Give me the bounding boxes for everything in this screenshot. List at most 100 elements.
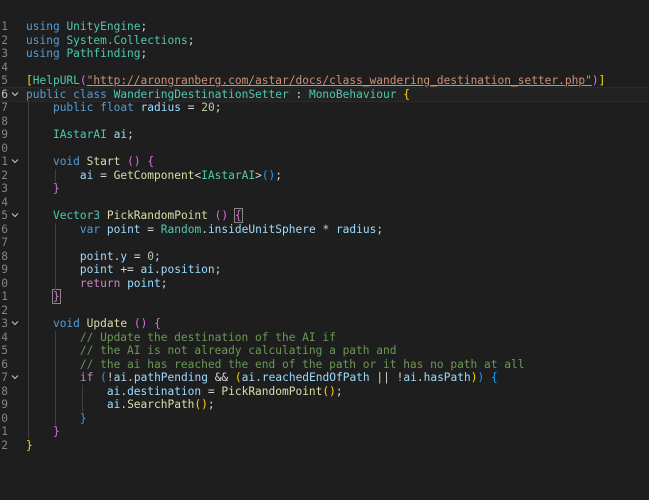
code-token: ! (106, 371, 114, 384)
code-text: void Update () { (26, 317, 161, 331)
code-line[interactable]: 9 point += ai.position; (0, 263, 649, 277)
code-token: PickRandomPoint (106, 209, 208, 222)
code-token: radius (335, 222, 377, 236)
code-token: [ (26, 74, 33, 87)
line-number: 5 (1, 74, 8, 87)
code-token: ai (106, 398, 121, 411)
code-token: "http://arongranberg.com/astar/docs/clas… (86, 74, 592, 87)
code-token: ( (79, 74, 87, 87)
code-token: ( (100, 371, 107, 384)
code-token: } (52, 182, 60, 195)
code-token: UnityEngine (66, 20, 141, 33)
code-line[interactable]: 0 (0, 142, 649, 156)
code-token: System.Collections (66, 33, 188, 47)
code-token: point (79, 263, 114, 276)
code-token: } (52, 425, 60, 438)
code-token: () (322, 384, 336, 398)
code-line[interactable]: 1 } (0, 425, 649, 439)
code-line[interactable]: 4 (0, 61, 649, 75)
line-number: 6 (1, 357, 8, 371)
code-token: // Update the destination of the AI if (79, 330, 336, 344)
code-line[interactable]: 1 void Start () { (0, 155, 649, 169)
code-token: || ! (369, 371, 404, 384)
code-line[interactable]: 5 Vector3 PickRandomPoint () { (0, 208, 649, 223)
line-number: 3 (1, 47, 8, 60)
line-number: 0 (1, 411, 8, 425)
code-line[interactable]: 7 if (!ai.pathPending && (ai.reachedEndO… (0, 371, 649, 385)
code-line[interactable]: 7 public float radius = 20; (0, 101, 649, 115)
line-number: 2 (1, 303, 8, 317)
code-line[interactable]: 4 (0, 196, 649, 210)
line-number: 1 (1, 20, 8, 33)
code-text: ai = GetComponent<IAstarAI>(); (26, 169, 282, 183)
code-token: ) (470, 371, 478, 384)
code-line[interactable]: 5 // the AI is not already calculating a… (0, 344, 649, 358)
code-line[interactable]: 6 // the ai has reached the end of the p… (0, 358, 649, 372)
code-line[interactable]: 8 ai.destination = PickRandomPoint(); (0, 385, 649, 399)
code-line[interactable]: 9 IAstarAI ai; (0, 128, 649, 142)
code-text: public class WanderingDestinationSetter … (26, 88, 410, 102)
code-token: ; (140, 20, 148, 33)
code-line[interactable]: 3 } (0, 182, 649, 196)
line-number: 7 (1, 236, 8, 249)
line-number: 2 (1, 438, 8, 452)
code-token: hasPath (423, 371, 471, 384)
code-token: . (416, 371, 424, 384)
code-line[interactable]: 2 using System.Collections; (0, 34, 649, 48)
code-line[interactable]: 8 (0, 115, 649, 129)
code-token: IAstarAI (201, 168, 256, 182)
code-line[interactable]: 8 point.y = 0; (0, 250, 649, 264)
code-line[interactable]: 2} (0, 439, 649, 453)
code-token: > (255, 168, 262, 182)
code-text: return point; (26, 277, 168, 291)
line-number: 1 (1, 425, 8, 438)
code-line[interactable]: 3 using Pathfinding; (0, 47, 649, 61)
code-text: } (26, 289, 61, 304)
code-line[interactable]: 2 (0, 304, 649, 318)
code-token: HelpURL (32, 74, 80, 87)
code-line[interactable]: 1 } (0, 289, 649, 304)
code-token: : (288, 87, 309, 101)
code-token: point (127, 276, 161, 290)
code-line[interactable]: 3 void Update () { (0, 317, 649, 331)
code-line[interactable]: 7 (0, 236, 649, 250)
code-token: ; (160, 276, 168, 290)
code-token: () (214, 209, 229, 222)
code-token: ; (127, 128, 134, 141)
code-token: ; (214, 263, 222, 276)
code-line[interactable]: 9 ai.SearchPath(); (0, 398, 649, 412)
code-text: public float radius = 20; (26, 101, 221, 115)
code-token: } (79, 411, 87, 425)
code-token: . (255, 371, 262, 384)
code-line[interactable]: 0 } (0, 412, 649, 426)
line-number: 5 (1, 209, 8, 222)
code-line[interactable]: 6 public class WanderingDestinationSetter… (0, 86, 649, 102)
code-token: SearchPath (127, 398, 195, 411)
code-token: = (180, 101, 202, 114)
line-number: 2 (1, 168, 8, 182)
code-line[interactable]: 0 return point; (0, 277, 649, 291)
code-token: point (106, 222, 141, 236)
code-line[interactable]: 2 ai = GetComponent<IAstarAI>(); (0, 169, 649, 183)
code-token: insideUnitSphere (207, 222, 316, 236)
code-token: MonoBehaviour (308, 87, 397, 101)
code-line[interactable]: 6 var point = Random.insideUnitSphere * … (0, 223, 649, 237)
code-editor[interactable]: 1 using UnityEngine; 2 using System.Collect… (0, 0, 649, 500)
code-text: using System.Collections; (26, 34, 194, 48)
code-line[interactable]: 5 [HelpURL("http://arongranberg.com/astar… (0, 74, 649, 88)
code-line[interactable]: 4 // Update the destination of the AI if (0, 331, 649, 345)
line-number: 9 (1, 398, 8, 411)
code-line[interactable]: 1 using UnityEngine; (0, 20, 649, 34)
code-token: ai (140, 263, 155, 276)
